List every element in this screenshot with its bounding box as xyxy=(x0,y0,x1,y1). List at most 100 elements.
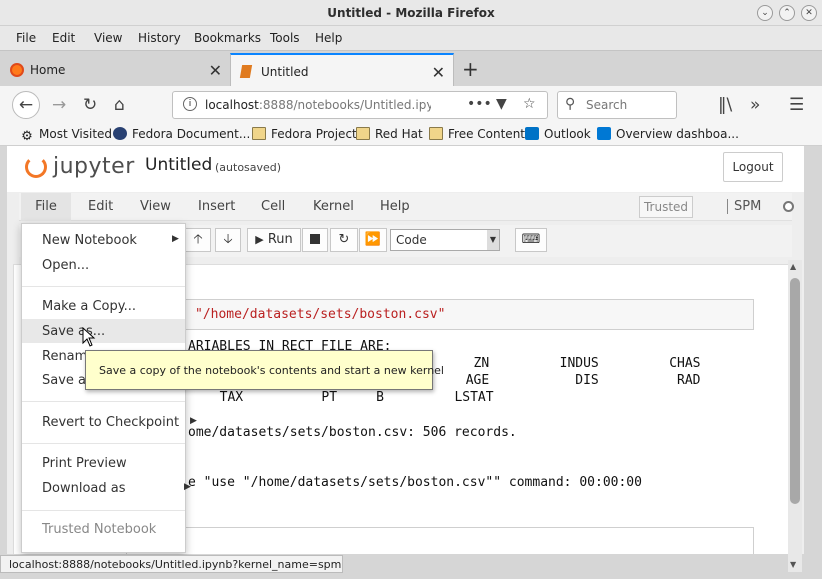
arrow-up-icon: 🡡 xyxy=(193,232,203,247)
menu-divider xyxy=(22,401,185,402)
submenu-arrow-icon: ▶ xyxy=(172,234,179,244)
bookmark-fedora-docs[interactable]: Fedora Document... xyxy=(113,127,250,141)
trusted-indicator[interactable]: Trusted xyxy=(639,196,693,218)
command-palette-button[interactable]: ⌨ xyxy=(515,228,547,252)
menu-item-trusted-notebook: Trusted Notebook xyxy=(42,522,157,537)
menu-item-revert-checkpoint[interactable]: Revert to Checkpoint ▶ xyxy=(42,415,197,430)
restart-run-all-button[interactable]: ⏩ xyxy=(359,228,387,252)
cell-code: "/home/datasets/sets/boston.csv" xyxy=(195,307,446,322)
jupyter-menu-view[interactable]: View xyxy=(140,199,171,214)
search-box[interactable]: ⚲ xyxy=(557,91,677,119)
move-down-button[interactable]: 🡣 xyxy=(215,228,241,252)
folder-icon xyxy=(429,127,443,140)
gear-icon: ⚙ xyxy=(21,129,33,144)
run-button[interactable]: ▶ Run xyxy=(247,228,301,252)
bookmark-most-visited[interactable]: ⚙ Most Visited xyxy=(20,127,112,143)
minimize-button[interactable]: ⌄ xyxy=(757,5,773,21)
notebook-title[interactable]: Untitled xyxy=(145,155,212,175)
azure-devops-icon xyxy=(597,127,611,140)
output-line: e "use "/home/datasets/sets/boston.csv""… xyxy=(188,475,642,490)
url-bar[interactable]: i localhost:8888/notebooks/Untitled.ipyn… xyxy=(172,91,548,119)
menu-file[interactable]: File xyxy=(16,31,36,45)
menu-item-make-copy[interactable]: Make a Copy... xyxy=(42,299,136,314)
jupyter-menu-insert[interactable]: Insert xyxy=(198,199,235,214)
scroll-up-icon[interactable]: ▲ xyxy=(790,262,796,271)
menu-item-new-notebook[interactable]: New Notebook ▶ xyxy=(42,233,179,248)
window-titlebar: Untitled - Mozilla Firefox ⌄ ⌃ ✕ xyxy=(0,0,822,26)
keyboard-icon: ⌨ xyxy=(521,232,541,247)
maximize-button[interactable]: ⌃ xyxy=(779,5,795,21)
reload-icon[interactable]: ↻ xyxy=(83,95,97,115)
scroll-down-icon[interactable]: ▼ xyxy=(790,560,796,569)
bookmark-overview-dashboard[interactable]: Overview dashboa... xyxy=(597,127,739,141)
tooltip: Save a copy of the notebook's contents a… xyxy=(85,350,444,390)
save-status: (autosaved) xyxy=(215,161,282,174)
output-line: TAX PT B LSTAT xyxy=(204,390,494,405)
url-text[interactable]: localhost:8888/notebooks/Untitled.ipynb?… xyxy=(205,98,431,112)
jupyter-menu-kernel[interactable]: Kernel xyxy=(313,199,354,214)
overflow-chevron-icon[interactable]: » xyxy=(750,95,760,115)
empty-code-cell[interactable] xyxy=(126,527,754,554)
jupyter-menu-cell[interactable]: Cell xyxy=(261,199,285,214)
fast-forward-icon: ⏩ xyxy=(364,232,382,247)
menu-item-open[interactable]: Open... xyxy=(42,258,89,273)
menu-tools[interactable]: Tools xyxy=(270,31,300,45)
close-window-button[interactable]: ✕ xyxy=(801,5,817,21)
menu-divider xyxy=(22,443,185,444)
home-icon[interactable]: ⌂ xyxy=(114,95,125,115)
bookmark-fedora-project[interactable]: Fedora Project xyxy=(252,127,357,141)
fedora-icon xyxy=(113,127,127,140)
close-tab-icon[interactable]: ✕ xyxy=(209,61,222,80)
interrupt-button[interactable] xyxy=(302,228,328,252)
menu-help[interactable]: Help xyxy=(315,31,342,45)
submenu-arrow-icon: ▶ xyxy=(184,482,191,492)
play-icon: ▶ xyxy=(255,233,264,246)
bookmark-outlook[interactable]: Outlook xyxy=(525,127,591,141)
page-actions-icon[interactable]: ••• xyxy=(467,96,492,112)
hamburger-menu-icon[interactable]: ☰ xyxy=(789,95,804,115)
bookmark-free-content[interactable]: Free Content xyxy=(429,127,525,141)
kernel-status-icon xyxy=(783,201,794,212)
restart-button[interactable]: ↻ xyxy=(330,228,358,252)
logout-button[interactable]: Logout xyxy=(723,152,783,182)
output-line: ome/datasets/sets/boston.csv: 506 record… xyxy=(188,425,517,440)
jupyter-menu-edit[interactable]: Edit xyxy=(88,199,113,214)
search-input[interactable] xyxy=(586,98,671,112)
close-tab-icon[interactable]: ✕ xyxy=(432,63,445,82)
tab-home[interactable]: Home ✕ xyxy=(0,53,230,87)
menu-bookmarks[interactable]: Bookmarks xyxy=(194,31,261,45)
move-up-button[interactable]: 🡡 xyxy=(185,228,211,252)
jupyter-menu-help[interactable]: Help xyxy=(380,199,410,214)
bookmark-star-icon[interactable]: ☆ xyxy=(523,96,536,112)
menu-history[interactable]: History xyxy=(138,31,181,45)
run-label: Run xyxy=(267,232,293,247)
kernel-name[interactable]: SPM xyxy=(727,199,761,214)
tab-untitled[interactable]: Untitled ✕ xyxy=(230,53,454,87)
tab-label: Home xyxy=(30,63,66,77)
menu-edit[interactable]: Edit xyxy=(52,31,75,45)
arrow-down-icon: 🡣 xyxy=(223,232,233,247)
browser-menubar: File Edit View History Bookmarks Tools H… xyxy=(0,26,822,50)
outlook-icon xyxy=(525,127,539,140)
library-icon[interactable]: ‖\ xyxy=(718,95,732,115)
dropdown-arrow-icon: ▼ xyxy=(487,230,499,250)
cell-type-select[interactable]: Code ▼ xyxy=(390,229,500,251)
jupyter-menu-file[interactable]: File xyxy=(21,193,71,221)
search-icon: ⚲ xyxy=(565,96,576,112)
page-scrollbar[interactable]: ▲ ▼ xyxy=(788,260,802,572)
new-tab-icon[interactable]: + xyxy=(462,57,479,81)
menu-item-download-as[interactable]: Download as ▶ xyxy=(42,481,191,496)
info-icon[interactable]: i xyxy=(183,97,197,111)
menu-view[interactable]: View xyxy=(94,31,122,45)
forward-icon[interactable]: → xyxy=(52,95,66,115)
menu-divider xyxy=(22,510,185,511)
bookmark-red-hat[interactable]: Red Hat xyxy=(356,127,423,141)
folder-icon xyxy=(252,127,266,140)
back-icon[interactable]: ← xyxy=(12,91,40,119)
code-cell-input[interactable]: "/home/datasets/sets/boston.csv" xyxy=(126,299,754,330)
scrollbar-thumb[interactable] xyxy=(790,278,800,504)
jupyter-menubar: File Edit View Insert Cell Kernel Help T… xyxy=(19,193,794,221)
jupyter-logo-icon xyxy=(25,156,47,178)
pocket-icon[interactable]: ▼ xyxy=(496,96,507,112)
menu-item-print-preview[interactable]: Print Preview xyxy=(42,456,127,471)
